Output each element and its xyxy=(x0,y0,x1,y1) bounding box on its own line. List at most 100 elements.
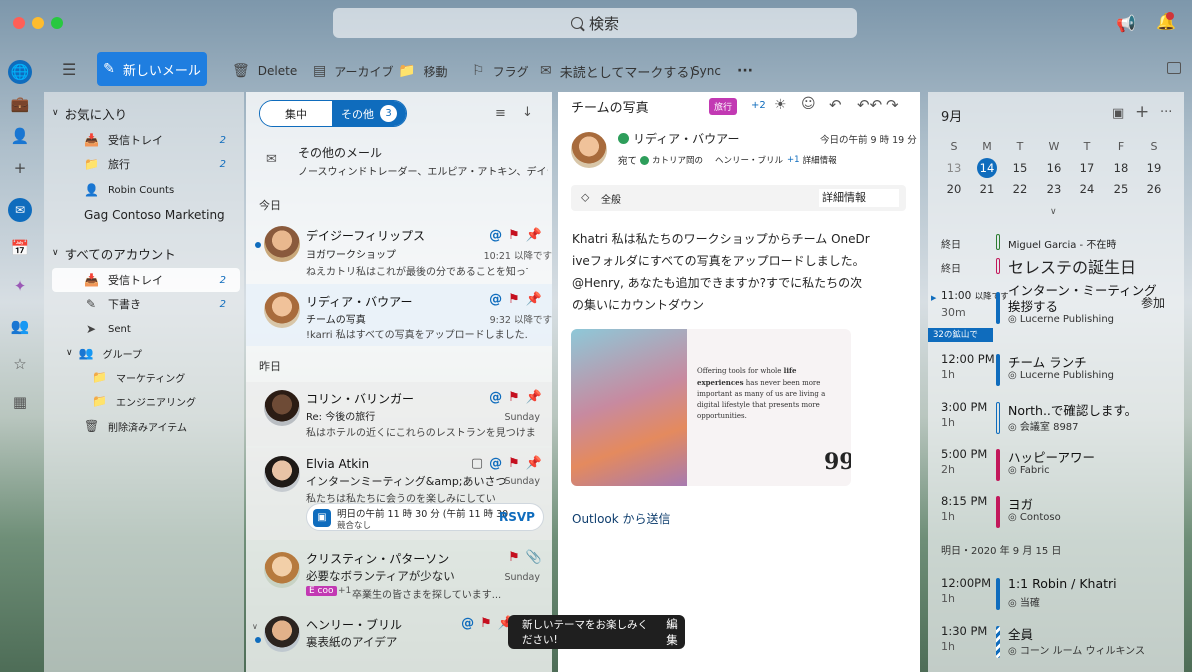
archive-button[interactable]: ▤ アーカイブ xyxy=(313,56,394,86)
flag-icon[interactable]: ⚑ xyxy=(508,456,520,471)
list-item[interactable]: ∨ ヘンリー・ブリル 裏表紙のアイデア @ ⚑ 📌 xyxy=(246,612,552,672)
delete-button[interactable]: 🗑 Delete xyxy=(232,56,297,86)
mention-icon[interactable]: @ xyxy=(489,292,502,307)
briefcase-icon[interactable]: 💼 xyxy=(8,92,32,116)
more-icon[interactable]: ··· xyxy=(1160,105,1172,120)
copilot-icon[interactable]: ✦ xyxy=(8,274,32,298)
people-icon[interactable]: 👥 xyxy=(8,314,32,338)
event-item[interactable]: 12:00PM 1h 1:1 Robin / Khatri ◎ 当確 xyxy=(928,576,1184,622)
minimize-window-button[interactable] xyxy=(32,17,44,29)
event-invite-card[interactable]: ▣ 明日の午前 11 時 30 分 (午前 11 時 30 分) 競合なし RS… xyxy=(306,503,544,531)
recipient[interactable]: ヘンリー・ブリル xyxy=(715,154,783,166)
calendar-day[interactable]: 26 xyxy=(1142,179,1166,199)
calendar-day[interactable]: 22 xyxy=(1008,179,1032,199)
event-item[interactable]: 1:30 PM 1h 全員 ◎ コーン ルーム ウィルキンス xyxy=(928,624,1184,670)
pin-icon[interactable]: 📌 xyxy=(526,292,542,307)
megaphone-icon[interactable]: 📢 xyxy=(1116,14,1136,33)
mention-icon[interactable]: @ xyxy=(489,456,502,471)
folder-engineering[interactable]: 📁 エンジニアリング xyxy=(92,390,240,412)
expand-calendar-icon[interactable]: ∨ xyxy=(1050,207,1057,217)
person-icon[interactable]: 👤 xyxy=(8,124,32,148)
pin-icon[interactable]: 📌 xyxy=(526,228,542,243)
zoom-window-button[interactable] xyxy=(51,17,63,29)
flag-icon[interactable]: ⚑ xyxy=(480,616,492,631)
calendar-day[interactable]: 19 xyxy=(1142,158,1166,178)
move-button[interactable]: 📁 移動 xyxy=(398,56,447,86)
folder-drafts[interactable]: ✎ 下書き 2 xyxy=(84,293,240,315)
mention-icon[interactable]: @ xyxy=(489,228,502,243)
flag-icon[interactable]: ⚑ xyxy=(508,390,520,405)
folder-inbox[interactable]: 📥 受信トレイ 2 xyxy=(52,268,240,292)
event-item[interactable]: 12:00 PM 1h チーム ランチ ◎ Lucerne Publishing xyxy=(928,352,1184,398)
folder-favorite-travel[interactable]: 📁 旅行 2 xyxy=(84,153,240,175)
calendar-day[interactable]: 21 xyxy=(975,179,999,199)
calendar-day[interactable]: 16 xyxy=(1042,158,1066,178)
group-contoso-marketing[interactable]: Gag Contoso Marketing xyxy=(84,204,240,226)
event-item[interactable]: 5:00 PM 2h ハッピーアワー ◎ Fabric xyxy=(928,447,1184,493)
reply-icon[interactable]: ↶ xyxy=(829,96,842,114)
add-event-icon[interactable]: + xyxy=(1135,102,1149,122)
bell-icon[interactable]: 🔔 xyxy=(1156,12,1176,31)
calendar-day[interactable]: 20 xyxy=(942,179,966,199)
mark-unread-button[interactable]: ✉ 未読としてマークする) xyxy=(540,56,694,86)
list-item[interactable]: デイジーフィリップス ヨガワークショップ ねえカトリ私はこれが最後の分であること… xyxy=(246,218,552,282)
calendar-day[interactable]: 17 xyxy=(1075,158,1099,178)
favorites-header[interactable]: ∨ お気に入り xyxy=(52,102,248,124)
mention-icon[interactable]: @ xyxy=(461,616,474,631)
details-button[interactable]: 詳細情報 xyxy=(819,189,899,207)
recipient-more[interactable]: +1 xyxy=(787,155,800,165)
reply-all-icon[interactable]: ↶↶ xyxy=(857,96,882,114)
flag-icon[interactable]: ⚑ xyxy=(508,550,520,565)
allday-event-title[interactable]: セレステの誕生日 xyxy=(1008,254,1136,278)
rsvp-button[interactable]: RSVP xyxy=(499,510,535,524)
toggle-pane-icon[interactable] xyxy=(1167,62,1181,74)
list-item[interactable]: クリスティン・パターソン 必要なボランティアが少ない E coo +1 卒業生の… xyxy=(246,544,552,608)
mail-icon[interactable]: ✉ xyxy=(8,198,32,222)
folder-sent[interactable]: ➤ Sent xyxy=(84,318,240,340)
more-options-button[interactable]: ··· xyxy=(737,56,753,86)
folder-deleted[interactable]: 🗑 削除済みアイテム xyxy=(84,415,240,437)
tab-focused[interactable]: 集中 xyxy=(260,101,332,126)
event-item[interactable]: 3:00 PM 1h North..で確認します。 ◎ 会議室 8987 xyxy=(928,400,1184,446)
allday-event-title[interactable]: Miguel Garcia - 不在時 xyxy=(1008,236,1116,251)
flag-icon[interactable]: ⚑ xyxy=(508,228,520,243)
menu-icon[interactable]: ☰ xyxy=(62,60,76,79)
emoji-icon[interactable]: ☺ xyxy=(801,96,816,112)
event-item[interactable]: 8:15 PM 1h ヨガ ◎ Contoso xyxy=(928,494,1184,540)
folder-favorite-inbox[interactable]: 📥 受信トレイ 2 xyxy=(84,129,240,151)
search-box[interactable]: 検索 xyxy=(333,8,857,38)
flag-button[interactable]: ⚐ フラグ xyxy=(472,56,529,86)
list-item[interactable]: コリン・バリンガー Re: 今後の旅行 私はホテルの近くにこれらのレストランを見… xyxy=(246,382,552,446)
close-window-button[interactable] xyxy=(13,17,25,29)
today-icon[interactable]: ▣ xyxy=(1112,106,1124,121)
new-mail-button[interactable]: ✎ 新しいメール xyxy=(97,52,207,86)
calendar-day[interactable]: 23 xyxy=(1042,179,1066,199)
apps-icon[interactable]: ▦ xyxy=(8,390,32,414)
sun-icon[interactable]: ☀ xyxy=(774,97,787,113)
other-mail-row[interactable]: ✉ その他のメール ノースウィンドトレーダー、エルピア・アトキン、デイジー・フィ… xyxy=(246,144,552,182)
filter-icon[interactable]: ≡ xyxy=(495,106,506,121)
join-button[interactable]: 参加 xyxy=(1141,294,1165,311)
recipient-details[interactable]: 詳細情報 xyxy=(803,154,837,166)
calendar-icon[interactable]: 📅 xyxy=(8,236,32,260)
calendar-day[interactable]: 14 xyxy=(977,158,997,178)
forward-icon[interactable]: ↷ xyxy=(886,96,899,114)
folder-favorite-robin[interactable]: 👤 Robin Counts xyxy=(84,179,240,201)
sender-name[interactable]: リディア・バウアー xyxy=(618,130,739,147)
pin-icon[interactable]: 📌 xyxy=(526,456,542,471)
mention-icon[interactable]: @ xyxy=(489,390,502,405)
folder-marketing[interactable]: 📁 マーケティング xyxy=(92,366,240,388)
recipient[interactable]: カトリア岡の xyxy=(652,154,703,166)
all-accounts-header[interactable]: ∨ すべてのアカウント xyxy=(52,242,248,264)
calendar-day[interactable]: 25 xyxy=(1109,179,1133,199)
calendar-day[interactable]: 24 xyxy=(1075,179,1099,199)
globe-icon[interactable]: 🌐 xyxy=(8,60,32,84)
list-item[interactable]: リディア・バウアー チームの写真 !karri 私はすべての写真をアップロードし… xyxy=(246,284,552,346)
star-icon[interactable]: ☆ xyxy=(8,352,32,376)
list-item[interactable]: Elvia Atkin インターンミーティング&amp;あいさつ 私たちは私たち… xyxy=(246,448,552,540)
attachment-bar[interactable]: ⬦ 全般 詳細情報 xyxy=(571,185,906,211)
toast-edit-button[interactable]: 編集 xyxy=(666,616,685,648)
folder-groups[interactable]: ∨ 👥 グループ xyxy=(66,342,240,364)
focused-other-toggle[interactable]: 集中 その他 3 xyxy=(259,100,407,127)
sort-icon[interactable]: ↓ xyxy=(522,105,533,120)
